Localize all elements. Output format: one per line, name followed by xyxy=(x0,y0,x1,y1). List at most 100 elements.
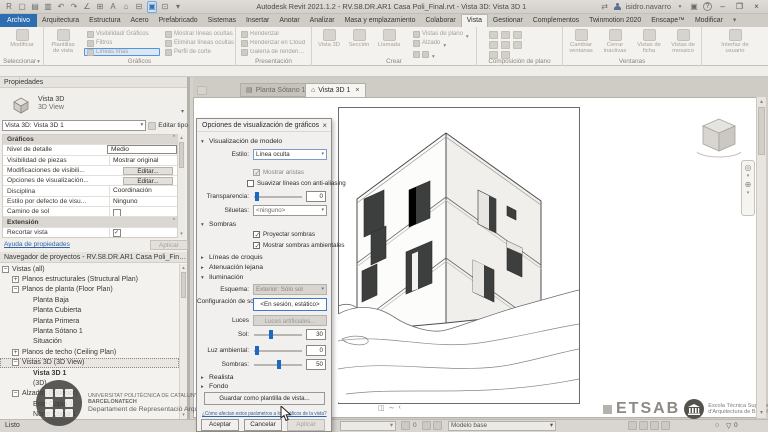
property-row[interactable]: Camino de sol xyxy=(3,207,179,218)
ribbon-tab[interactable]: Prefabricado xyxy=(154,14,203,27)
scroll-down-icon[interactable]: ▾ xyxy=(178,230,185,238)
drag-elements-icon[interactable]: ○ xyxy=(715,422,719,429)
properties-title[interactable]: Propiedades xyxy=(0,77,187,88)
property-row[interactable]: Recortar vista xyxy=(3,227,179,237)
section-icon[interactable]: ⊟ xyxy=(134,2,144,12)
style-combo[interactable]: Línea oculta ▾ xyxy=(253,149,327,160)
render-button[interactable]: Renderizar xyxy=(238,30,310,38)
properties-scrollbar[interactable]: ▴ ▾ xyxy=(177,134,185,238)
tree-item[interactable]: Planta Sótano 1 xyxy=(0,326,179,336)
visibility-graphics-button[interactable]: Visibilidad/ Gráficos xyxy=(84,30,160,38)
collapse-icon[interactable]: ‹ xyxy=(399,404,401,412)
ambient-light-slider[interactable] xyxy=(254,345,302,356)
ribbon-tab[interactable]: Estructura xyxy=(84,14,125,27)
render-gallery-button[interactable]: Galería de renderización xyxy=(238,48,310,56)
ribbon-tab[interactable]: Twinmotion 2020 xyxy=(584,14,646,27)
type-preview[interactable]: Vista 3D 3D View ▾ xyxy=(2,90,188,117)
ribbon-tab[interactable]: Anotar xyxy=(274,14,304,27)
dialog-close-icon[interactable]: × xyxy=(322,119,327,132)
tree-expander-icon[interactable]: − xyxy=(2,265,9,273)
transparency-slider[interactable] xyxy=(254,191,302,202)
panel-label-graficos[interactable]: Gráficos xyxy=(44,57,235,66)
view-reference-icon[interactable] xyxy=(513,41,522,49)
section-lighting[interactable]: ▾ Iluminación xyxy=(201,273,327,282)
tree-expander-icon[interactable]: − xyxy=(12,286,19,294)
help-icon[interactable]: ? xyxy=(703,2,712,11)
ribbon-tab[interactable]: Complementos xyxy=(528,14,584,27)
tree-expander-icon[interactable]: + xyxy=(12,348,19,356)
guide-grid-icon[interactable] xyxy=(489,41,498,49)
tree-item[interactable]: Este Copia 1 xyxy=(0,399,179,409)
tree-item[interactable]: Situación xyxy=(0,337,179,347)
close-button[interactable]: × xyxy=(750,2,763,11)
workset-combo[interactable]: ▾ xyxy=(340,421,396,431)
panel-label-presentacion[interactable]: Presentación xyxy=(236,57,311,66)
transparency-value[interactable]: 0 xyxy=(306,191,326,202)
artificial-lights-button[interactable]: Luces artificiales... xyxy=(253,315,327,326)
properties-help-link[interactable]: Ayuda de propiedades xyxy=(2,241,70,248)
editable-only-icon[interactable] xyxy=(401,421,410,430)
filters-button[interactable]: Filtros xyxy=(84,39,160,47)
scroll-up-icon[interactable]: ▴ xyxy=(178,134,185,142)
section-shadows[interactable]: ▾ Sombras xyxy=(201,220,327,229)
ribbon-tab[interactable]: Archivo xyxy=(0,14,37,27)
dialog-help-link[interactable]: ¿Cómo afectan estos parámetros a los grá… xyxy=(202,411,327,417)
preview-chevron-icon[interactable]: ▾ xyxy=(181,108,184,115)
slider-thumb[interactable] xyxy=(254,192,259,201)
full-navigation-wheel-icon[interactable]: ◎ xyxy=(745,163,752,172)
print-icon[interactable]: ▥ xyxy=(43,2,53,12)
section-sketchy-lines[interactable]: ▸ Líneas de croquis xyxy=(201,253,327,262)
antialias-checkbox[interactable]: Suavizar líneas con anti-aliasing xyxy=(247,179,346,188)
redo-icon[interactable]: ↷ xyxy=(69,2,79,12)
section-depth-cueing[interactable]: ▸ Atenuación lejana xyxy=(201,263,327,272)
tree-item[interactable]: − Vistas (all) xyxy=(0,264,179,274)
edit-type-button[interactable]: Editar tipo xyxy=(158,122,188,129)
ambient-light-value[interactable]: 0 xyxy=(306,345,326,356)
slider-thumb[interactable] xyxy=(254,346,259,355)
vertical-scrollbar[interactable]: ▴ ▾ xyxy=(756,97,766,418)
project-browser-title[interactable]: Navegador de proyectos - RV.S8.DR.AR1 Ca… xyxy=(0,252,187,263)
cancel-button[interactable]: Cancelar xyxy=(244,419,282,431)
slider-thumb[interactable] xyxy=(277,360,282,369)
customize-icon[interactable]: ▾ xyxy=(173,2,183,12)
elevation-button[interactable]: Alzado xyxy=(410,39,472,47)
sheet-icon[interactable] xyxy=(489,31,498,39)
ribbon-tab[interactable]: Colaborar xyxy=(420,14,460,27)
scroll-up-icon[interactable]: ▴ xyxy=(757,97,766,107)
tree-item[interactable]: Planta Baja xyxy=(0,295,179,305)
grid-toggle-icon[interactable] xyxy=(422,421,431,430)
view-cube[interactable] xyxy=(695,116,747,165)
sync-icon[interactable]: ⊡ xyxy=(160,2,170,12)
visual-style-icon[interactable]: ◫ xyxy=(378,404,385,412)
shadows-value[interactable]: 50 xyxy=(306,359,326,370)
schedule-icon[interactable]: ▣ xyxy=(147,0,157,13)
scroll-up-icon[interactable]: ▴ xyxy=(180,264,187,272)
dialog-title[interactable]: Opciones de visualización de gráficos xyxy=(197,119,331,132)
tree-item[interactable]: − Alzados (Exterior) xyxy=(0,389,179,399)
scroll-down-icon[interactable]: ▾ xyxy=(180,411,187,419)
property-row[interactable]: Gráficos xyxy=(3,135,179,146)
sun-settings-button[interactable]: <En sesión, estático> xyxy=(253,298,327,311)
open-icon[interactable]: ▢ xyxy=(17,2,27,12)
scroll-down-icon[interactable]: ▾ xyxy=(757,408,766,418)
select-underlay-icon[interactable] xyxy=(639,421,648,430)
tab-list-icon[interactable] xyxy=(197,86,207,95)
scroll-thumb[interactable] xyxy=(758,107,765,155)
save-as-view-template-button[interactable]: Guardar como plantilla de vista... xyxy=(204,392,325,405)
section-realistic[interactable]: ▸ Realista xyxy=(201,373,327,382)
show-hidden-lines-button[interactable]: Mostrar líneas ocultas xyxy=(162,30,236,38)
ribbon-tab[interactable]: Arquitectura xyxy=(37,14,84,27)
thin-lines-button[interactable]: Líneas finas xyxy=(84,48,160,56)
view-on-sheet-icon[interactable] xyxy=(513,31,522,39)
slider-thumb[interactable] xyxy=(268,330,273,339)
silhouettes-combo[interactable]: <ninguno> ▾ xyxy=(253,205,327,216)
property-row[interactable]: Visibilidad de piezas Mostrar original xyxy=(3,155,179,166)
cast-shadows-checkbox[interactable]: Proyectar sombras xyxy=(253,230,315,239)
navigation-bar[interactable]: ◎ ▾ ⊕ ▾ xyxy=(741,160,755,216)
ok-button[interactable]: Aceptar xyxy=(201,419,239,431)
panel-label-composicion[interactable]: Composición de plano xyxy=(477,57,562,66)
3d-view-icon[interactable]: ⌂ xyxy=(121,2,131,12)
tree-item[interactable]: + Planos estructurales (Structural Plan) xyxy=(0,274,179,284)
close-tab-icon[interactable]: × xyxy=(355,87,359,94)
matchline-icon[interactable] xyxy=(501,41,510,49)
